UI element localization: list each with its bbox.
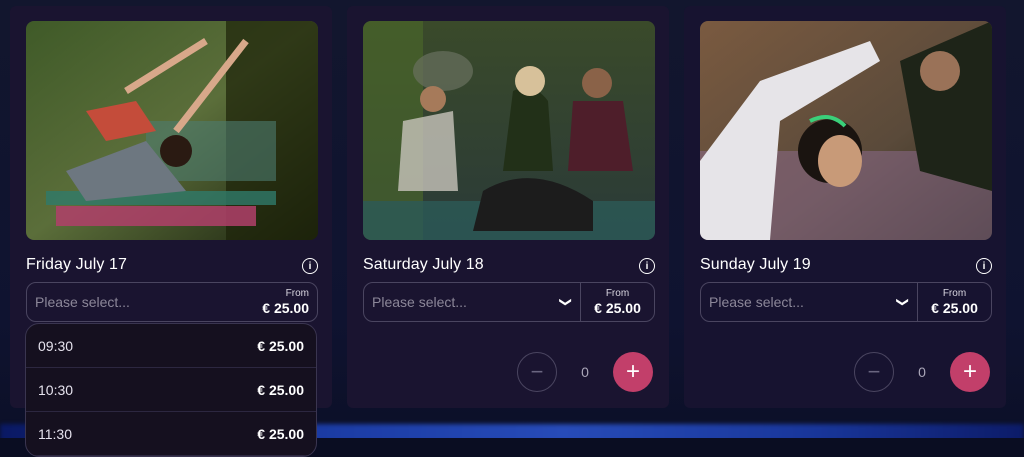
- time-dropdown-menu: 09:30 € 25.00 10:30 € 25.00 11:30 € 25.0…: [25, 323, 317, 457]
- info-icon[interactable]: i: [302, 258, 318, 274]
- event-date: Saturday July 18: [363, 256, 484, 273]
- info-icon[interactable]: i: [976, 258, 992, 274]
- time-select[interactable]: Please select... From € 25.00: [26, 282, 318, 322]
- event-photo: [26, 21, 318, 240]
- price-value: € 25.00: [931, 299, 978, 316]
- chevron-down-icon: ❯: [559, 296, 573, 308]
- from-price: From € 25.00: [243, 283, 317, 321]
- select-placeholder: Please select...: [35, 294, 130, 310]
- from-label: From: [605, 287, 630, 299]
- from-price: From € 25.00: [580, 283, 654, 321]
- from-label: From: [285, 287, 309, 299]
- increase-button[interactable]: +: [613, 352, 653, 392]
- price-value: € 25.00: [594, 299, 641, 316]
- increase-button[interactable]: +: [950, 352, 990, 392]
- yoga-photo-side-stretch: [26, 21, 318, 240]
- chevron-down-icon: ❯: [896, 296, 910, 308]
- quantity-stepper: − 0 +: [854, 352, 990, 392]
- from-price: From € 25.00: [917, 283, 991, 321]
- from-label: From: [942, 287, 967, 299]
- select-placeholder: Please select...: [709, 294, 804, 310]
- quantity-value: 0: [918, 364, 926, 380]
- event-date: Sunday July 19: [700, 256, 811, 273]
- option-price: € 25.00: [257, 337, 304, 354]
- time-select[interactable]: Please select... ❯ From € 25.00: [363, 282, 655, 322]
- option-price: € 25.00: [257, 381, 304, 398]
- event-date: Friday July 17: [26, 256, 127, 273]
- select-placeholder: Please select...: [372, 294, 467, 310]
- event-card-saturday: Saturday July 18 i Please select... ❯ Fr…: [347, 6, 669, 408]
- option-time: 11:30: [38, 425, 72, 442]
- option-time: 10:30: [38, 381, 74, 398]
- dropdown-option[interactable]: 11:30 € 25.00: [26, 412, 316, 456]
- yoga-photo-seated-group: [363, 21, 655, 240]
- decrease-button[interactable]: −: [517, 352, 557, 392]
- quantity-stepper: − 0 +: [517, 352, 653, 392]
- quantity-value: 0: [581, 364, 589, 380]
- yoga-photo-side-bend: [700, 21, 992, 240]
- dropdown-option[interactable]: 09:30 € 25.00: [26, 324, 316, 368]
- event-card-sunday: Sunday July 19 i Please select... ❯ From…: [684, 6, 1006, 408]
- time-select[interactable]: Please select... ❯ From € 25.00: [700, 282, 992, 322]
- info-icon[interactable]: i: [639, 258, 655, 274]
- option-price: € 25.00: [257, 425, 304, 442]
- decrease-button[interactable]: −: [854, 352, 894, 392]
- dropdown-option[interactable]: 10:30 € 25.00: [26, 368, 316, 412]
- event-photo: [363, 21, 655, 240]
- event-photo: [700, 21, 992, 240]
- price-value: € 25.00: [262, 299, 309, 316]
- option-time: 09:30: [38, 337, 74, 354]
